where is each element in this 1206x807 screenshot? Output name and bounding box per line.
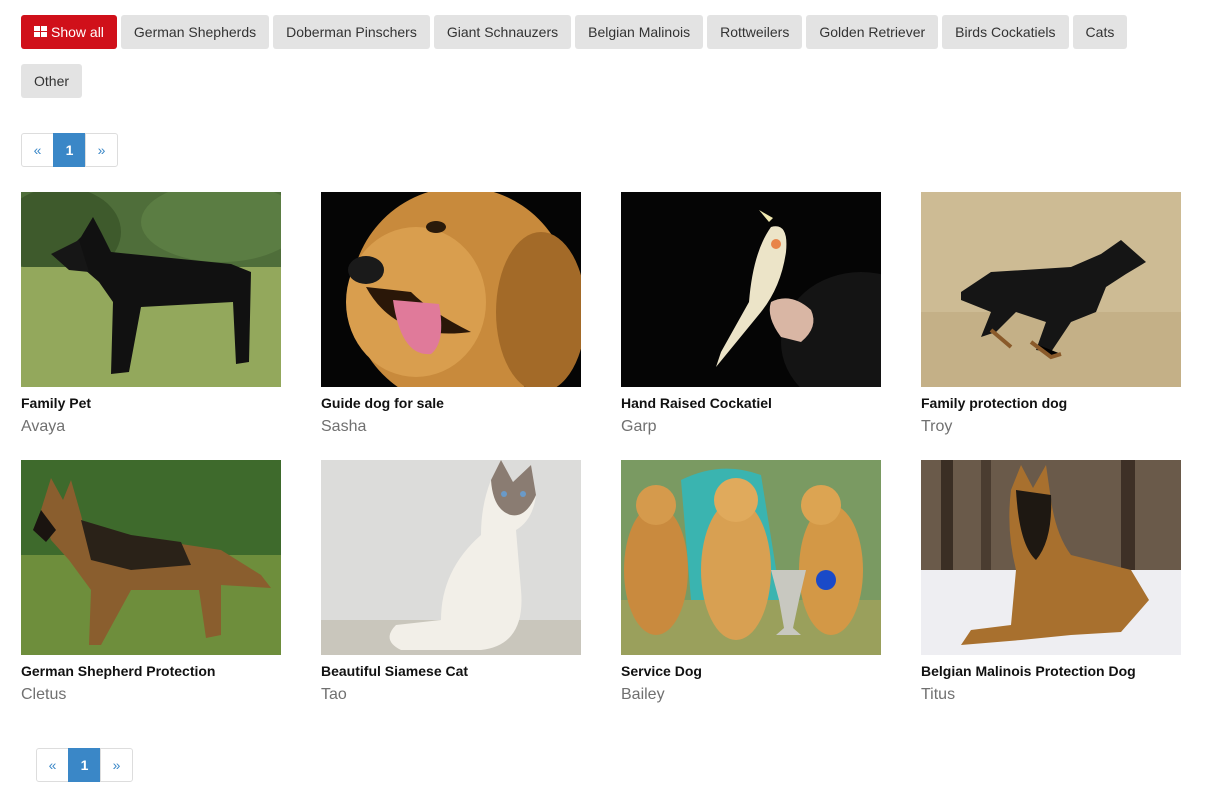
filter-label: Cats — [1085, 24, 1115, 40]
pagination-page-1[interactable]: 1 — [68, 748, 101, 782]
listing-name: Bailey — [621, 686, 665, 703]
listing-name: Titus — [921, 686, 956, 703]
filter-giant-schnauzers-button[interactable]: Giant Schnauzers — [433, 15, 572, 49]
listing-card[interactable]: Family Pet Avaya — [21, 192, 281, 437]
listing-card[interactable]: Hand Raised Cockatiel Garp — [621, 192, 881, 437]
listing-title[interactable]: Beautiful Siamese Cat — [321, 663, 581, 680]
filter-rottweilers-button[interactable]: Rottweilers — [707, 15, 803, 49]
listing-photo[interactable] — [921, 192, 1181, 387]
listing-title[interactable]: Family protection dog — [921, 395, 1181, 412]
filter-label: Birds Cockatiels — [955, 24, 1056, 40]
listing-photo[interactable] — [921, 460, 1181, 655]
filter-doberman-pinschers-button[interactable]: Doberman Pinschers — [273, 15, 430, 49]
filter-label: Belgian Malinois — [588, 24, 691, 40]
listing-title[interactable]: Belgian Malinois Protection Dog — [921, 663, 1181, 680]
filter-cats-button[interactable]: Cats — [1072, 15, 1128, 49]
filter-label: Rottweilers — [720, 24, 790, 40]
listing-card[interactable]: Family protection dog Troy — [921, 192, 1181, 437]
listing-card[interactable]: Guide dog for sale Sasha — [321, 192, 581, 437]
filter-other-button[interactable]: Other — [21, 64, 83, 98]
listing-photo[interactable] — [621, 460, 881, 655]
listing-photo[interactable] — [321, 460, 581, 655]
pagination-page-1[interactable]: 1 — [53, 133, 86, 167]
filter-golden-retriever-button[interactable]: Golden Retriever — [806, 15, 939, 49]
grid-icon — [34, 26, 47, 38]
listing-name: Cletus — [21, 686, 67, 703]
category-filter-bar: Show all German Shepherds Doberman Pinsche… — [21, 15, 1161, 113]
pagination-prev-button[interactable]: « — [36, 748, 69, 782]
filter-german-shepherds-button[interactable]: German Shepherds — [120, 15, 270, 49]
listing-name: Avaya — [21, 418, 66, 435]
filter-label: Giant Schnauzers — [446, 24, 559, 40]
listing-name: Sasha — [321, 418, 367, 435]
filter-label: German Shepherds — [133, 24, 257, 40]
filter-label: Golden Retriever — [819, 24, 926, 40]
listing-name: Garp — [621, 418, 657, 435]
pagination-next-button[interactable]: » — [100, 748, 133, 782]
listing-title[interactable]: Family Pet — [21, 395, 281, 412]
pagination-prev-button[interactable]: « — [21, 133, 54, 167]
listing-name: Tao — [321, 686, 347, 703]
listing-name: Troy — [921, 418, 953, 435]
listing-title[interactable]: Hand Raised Cockatiel — [621, 395, 881, 412]
listing-title[interactable]: Guide dog for sale — [321, 395, 581, 412]
listing-photo[interactable] — [321, 192, 581, 387]
listing-card[interactable]: Service Dog Bailey — [621, 460, 881, 705]
pagination-top: « 1 » — [21, 133, 118, 167]
pagination-next-button[interactable]: » — [85, 133, 118, 167]
filter-show-all-button[interactable]: Show all — [21, 15, 117, 49]
filter-birds-cockatiels-button[interactable]: Birds Cockatiels — [942, 15, 1069, 49]
listing-card[interactable]: Beautiful Siamese Cat Tao — [321, 460, 581, 705]
listing-photo[interactable] — [21, 192, 281, 387]
listing-card[interactable]: German Shepherd Protection Cletus — [21, 460, 281, 705]
listing-photo[interactable] — [21, 460, 281, 655]
filter-label: Doberman Pinschers — [286, 24, 417, 40]
listing-card[interactable]: Belgian Malinois Protection Dog Titus — [921, 460, 1181, 705]
listing-title[interactable]: German Shepherd Protection — [21, 663, 281, 680]
filter-label: Other — [34, 73, 70, 89]
pagination-bottom: « 1 » — [36, 748, 133, 782]
listing-photo[interactable] — [621, 192, 881, 387]
filter-label: Show all — [51, 24, 104, 40]
filter-belgian-malinois-button[interactable]: Belgian Malinois — [575, 15, 704, 49]
listing-title[interactable]: Service Dog — [621, 663, 881, 680]
